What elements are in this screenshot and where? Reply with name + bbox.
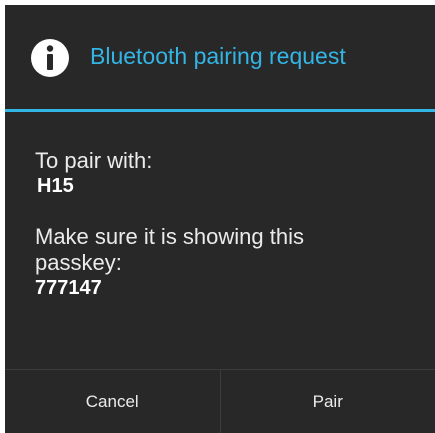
pair-with-label: To pair with: [35, 148, 153, 173]
device-name: H15 [37, 175, 74, 197]
instruction-line-2: passkey: [35, 250, 122, 275]
dialog-title: Bluetooth pairing request [90, 43, 346, 69]
title-divider [5, 109, 435, 112]
dialog-button-bar: Cancel Pair [5, 370, 435, 433]
bluetooth-pairing-dialog: Bluetooth pairing request To pair with: … [5, 5, 435, 433]
screen: Bluetooth pairing request To pair with: … [0, 0, 435, 433]
info-icon [30, 38, 70, 78]
cancel-button[interactable]: Cancel [5, 370, 220, 433]
dialog-body: To pair with: H15 Make sure it is showin… [35, 148, 425, 300]
passkey-value: 777147 [35, 277, 102, 299]
dialog-title-bar: Bluetooth pairing request [5, 5, 435, 109]
pair-button[interactable]: Pair [221, 370, 435, 433]
instruction-line-1: Make sure it is showing this [35, 224, 304, 249]
